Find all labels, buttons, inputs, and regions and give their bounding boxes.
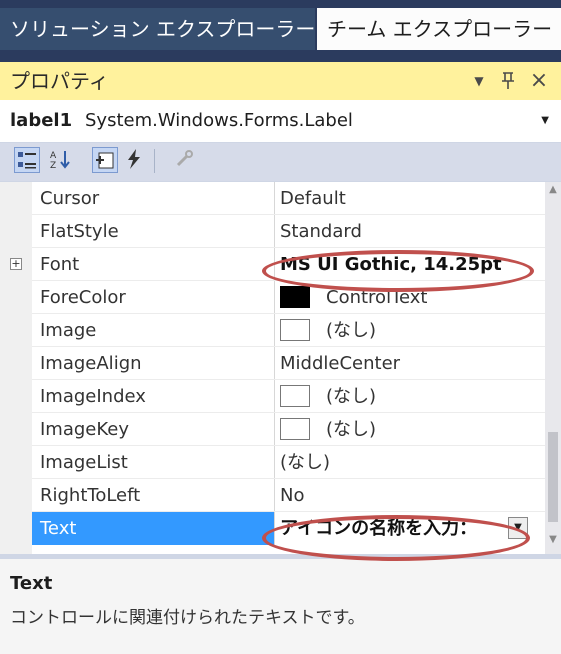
- property-row-forecolor[interactable]: ForeColor ControlText: [0, 281, 545, 314]
- property-value[interactable]: No: [280, 479, 304, 512]
- tab-strip: ソリューション エクスプローラー チーム エクスプローラー: [0, 0, 561, 62]
- property-row-font[interactable]: + Font MS UI Gothic, 14.25pt: [0, 248, 545, 281]
- description-text: コントロールに関連付けられたテキストです。: [10, 608, 365, 628]
- expand-plus-icon[interactable]: +: [10, 258, 22, 270]
- property-value[interactable]: (なし): [326, 314, 376, 347]
- property-name: ImageKey: [40, 419, 130, 440]
- events-icon[interactable]: [122, 147, 148, 173]
- property-row-imagelist[interactable]: ImageList (なし): [0, 446, 545, 479]
- alphabetical-icon[interactable]: AZ: [48, 147, 74, 173]
- property-row-text[interactable]: Text アイコンの名称を入力： ▼: [0, 512, 545, 545]
- scroll-down-arrow-icon[interactable]: ▼: [545, 534, 561, 550]
- property-value[interactable]: MS UI Gothic, 14.25pt: [280, 248, 502, 281]
- object-name: label1: [10, 110, 73, 131]
- image-preview-box: [280, 385, 310, 407]
- properties-toolbar: AZ: [0, 143, 561, 181]
- property-pages-icon[interactable]: [172, 147, 198, 173]
- property-value[interactable]: (なし): [280, 446, 330, 479]
- property-grid: Cursor Default FlatStyle Standard + Font…: [0, 182, 545, 554]
- property-name: Image: [40, 320, 97, 341]
- property-value[interactable]: MiddleCenter: [280, 347, 400, 380]
- property-name: Text: [40, 518, 77, 539]
- property-name: FlatStyle: [40, 221, 119, 242]
- object-selector[interactable]: label1 System.Windows.Forms.Label ▼: [0, 100, 561, 143]
- property-name: ImageAlign: [40, 353, 142, 374]
- chevron-down-icon[interactable]: ▼: [541, 100, 549, 142]
- property-row-cursor[interactable]: Cursor Default: [0, 182, 545, 215]
- tab-solution-explorer[interactable]: ソリューション エクスプローラー: [0, 8, 315, 50]
- property-value[interactable]: Standard: [280, 215, 362, 248]
- property-name: RightToLeft: [40, 485, 141, 506]
- object-type: System.Windows.Forms.Label: [85, 110, 353, 131]
- property-name: Font: [40, 254, 80, 275]
- color-swatch: [280, 286, 310, 308]
- property-name: Cursor: [40, 188, 100, 209]
- dropdown-button[interactable]: ▼: [508, 517, 528, 539]
- property-value[interactable]: (なし): [326, 380, 376, 413]
- property-row-flatstyle[interactable]: FlatStyle Standard: [0, 215, 545, 248]
- property-row-righttoleft[interactable]: RightToLeft No: [0, 479, 545, 512]
- property-row-imagealign[interactable]: ImageAlign MiddleCenter: [0, 347, 545, 380]
- toolbar-separator: [154, 149, 155, 173]
- description-pane: Text コントロールに関連付けられたテキストです。: [0, 558, 561, 654]
- scroll-thumb[interactable]: [548, 432, 558, 522]
- property-row-imagekey[interactable]: ImageKey (なし): [0, 413, 545, 446]
- property-name: ImageIndex: [40, 386, 146, 407]
- scroll-up-arrow-icon[interactable]: ▲: [545, 184, 561, 200]
- tab-team-explorer[interactable]: チーム エクスプローラー: [317, 8, 561, 50]
- property-name: ImageList: [40, 452, 128, 473]
- svg-text:Z: Z: [50, 161, 56, 171]
- property-value[interactable]: ControlText: [326, 281, 427, 314]
- description-title: Text: [10, 573, 53, 594]
- close-icon[interactable]: ×: [526, 68, 552, 94]
- svg-text:A: A: [50, 151, 57, 161]
- property-value[interactable]: (なし): [326, 413, 376, 446]
- property-name: ForeColor: [40, 287, 126, 308]
- triangle-down-icon[interactable]: ▼: [466, 68, 492, 94]
- properties-window: ソリューション エクスプローラー チーム エクスプローラー プロパティ ▼ × …: [0, 0, 561, 654]
- image-preview-box: [280, 418, 310, 440]
- panel-title-bar: プロパティ ▼ ×: [0, 62, 561, 101]
- property-value[interactable]: アイコンの名称を入力：: [280, 512, 477, 545]
- vertical-scrollbar[interactable]: ▲ ▼: [545, 182, 561, 554]
- property-row-image[interactable]: Image (なし): [0, 314, 545, 347]
- property-row-imageindex[interactable]: ImageIndex (なし): [0, 380, 545, 413]
- categorized-icon[interactable]: [14, 147, 40, 173]
- properties-icon[interactable]: [92, 147, 118, 173]
- property-value[interactable]: Default: [280, 182, 346, 215]
- panel-title: プロパティ: [10, 69, 109, 93]
- pin-icon[interactable]: [495, 68, 521, 94]
- image-preview-box: [280, 319, 310, 341]
